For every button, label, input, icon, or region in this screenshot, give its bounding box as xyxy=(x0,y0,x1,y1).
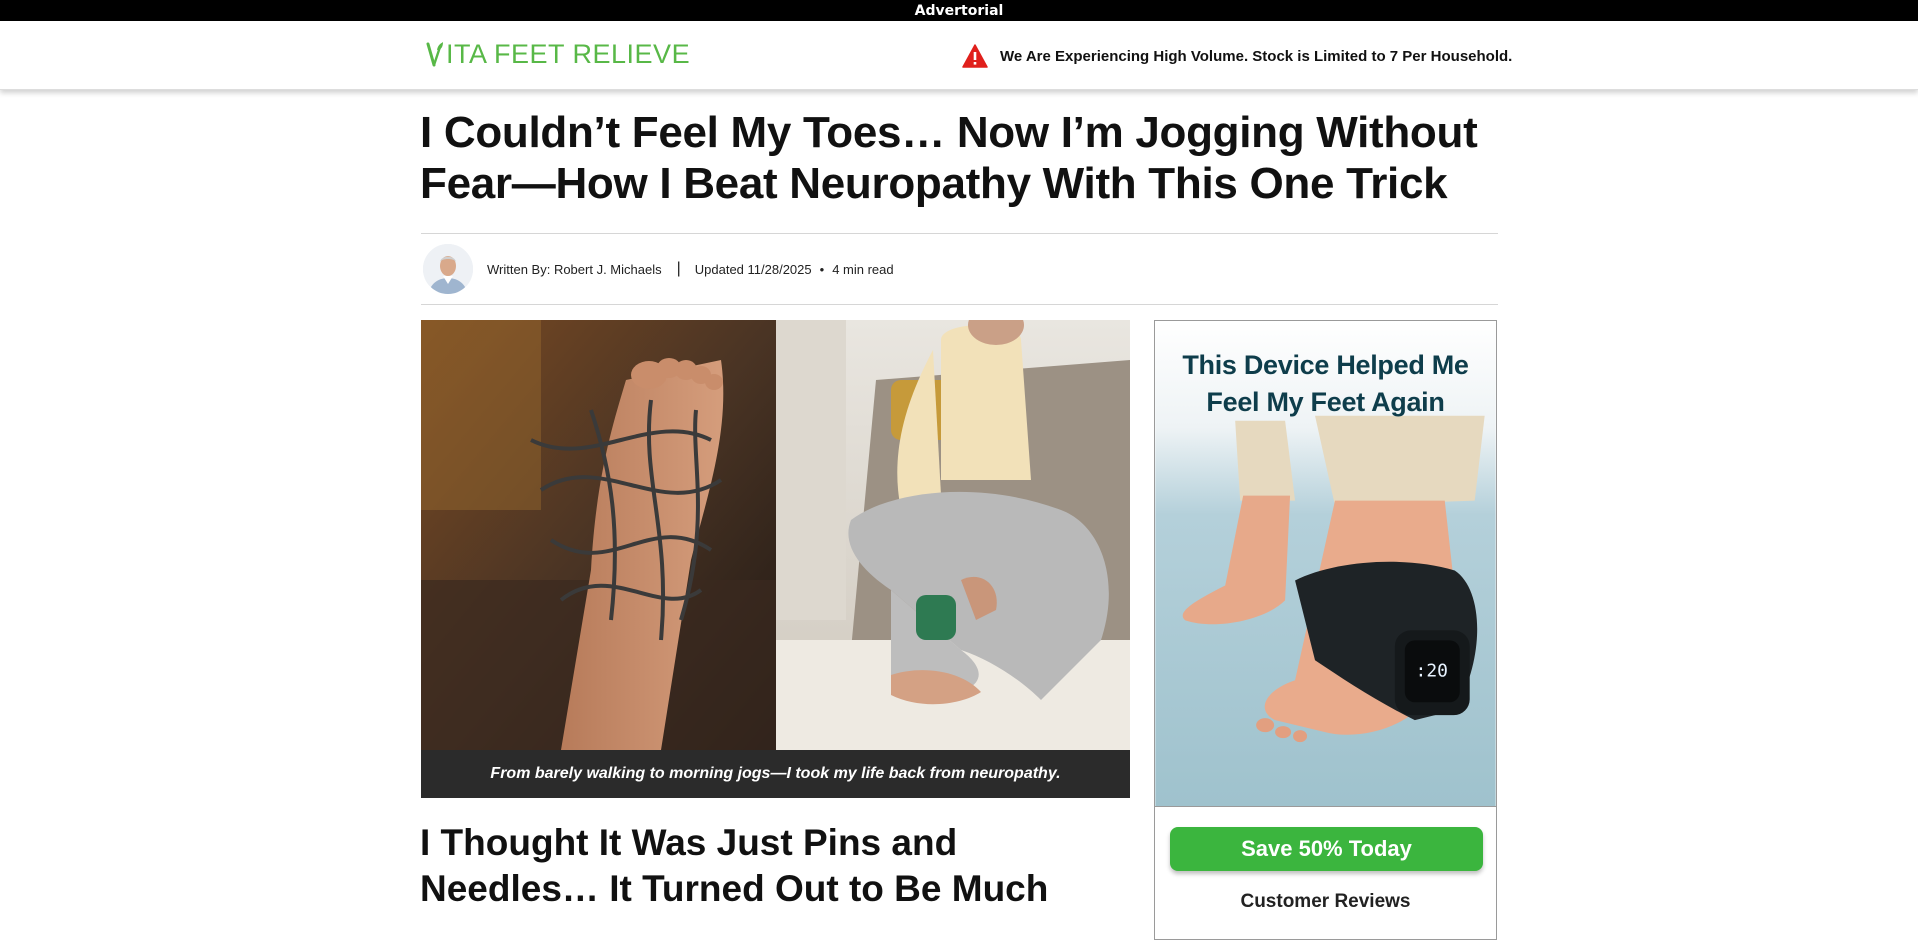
hero-image xyxy=(421,320,1130,750)
save-50-button[interactable]: Save 50% Today xyxy=(1170,827,1483,871)
warning-icon xyxy=(962,44,988,68)
byline-dot: • xyxy=(819,261,825,277)
advertorial-label: Advertorial xyxy=(914,2,1004,19)
article-byline: Written By: Robert J. Michaels | Updated… xyxy=(421,233,1498,305)
article-headline: I Couldn’t Feel My Toes… Now I’m Jogging… xyxy=(420,108,1478,208)
logo-text: ITA FEET RELIEVE xyxy=(446,39,691,69)
sidebar-ad-title: This Device Helped Me Feel My Feet Again xyxy=(1182,350,1469,417)
hero-figure: From barely walking to morning jogs—I to… xyxy=(421,320,1130,798)
site-logo[interactable]: ITA FEET RELIEVE xyxy=(426,39,690,70)
byline-separator: | xyxy=(676,260,681,277)
updated-date: Updated 11/28/2025 xyxy=(694,261,812,277)
leaf-icon xyxy=(426,41,443,66)
stock-notice: We Are Experiencing High Volume. Stock i… xyxy=(962,44,1512,68)
site-header: ITA FEET RELIEVE We Are Experiencing Hig… xyxy=(0,21,1918,90)
product-ad-sidebar: :20 This Device Helped Me Feel My Feet A… xyxy=(1154,320,1497,940)
customer-reviews-heading: Customer Reviews xyxy=(1240,891,1411,912)
hero-caption: From barely walking to morning jogs—I to… xyxy=(421,750,1130,798)
read-time: 4 min read xyxy=(832,261,894,277)
stock-notice-text: We Are Experiencing High Volume. Stock i… xyxy=(1000,47,1513,65)
author-name: Written By: Robert J. Michaels xyxy=(487,261,662,277)
advertorial-banner: Advertorial xyxy=(0,0,1918,21)
svg-text::20: :20 xyxy=(1416,660,1448,681)
article-subheading: I Thought It Was Just Pins and Needles… … xyxy=(420,822,1049,909)
author-avatar xyxy=(423,244,473,294)
